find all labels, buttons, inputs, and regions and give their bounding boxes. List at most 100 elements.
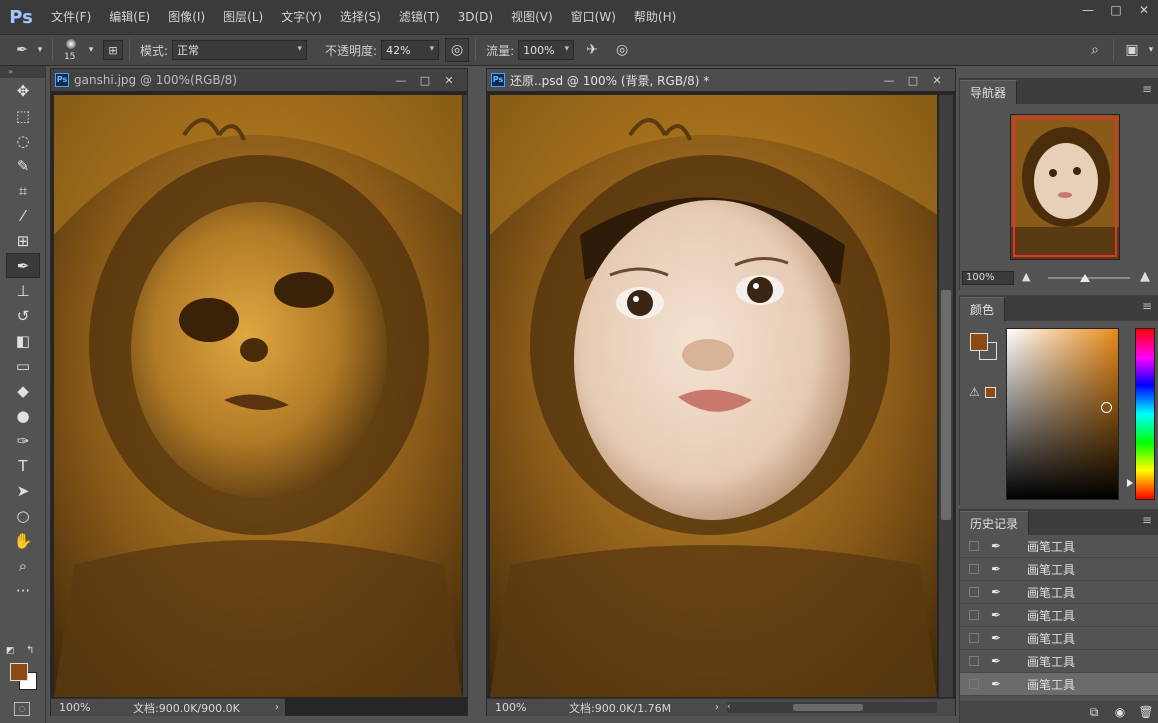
delete-trash-icon[interactable]: 🗑 [1133,705,1158,719]
navigator-preview[interactable] [1010,114,1120,260]
minimize-button[interactable]: — [389,71,413,89]
pen-tool-icon[interactable]: ✑ [6,428,40,453]
new-document-from-state-icon[interactable]: ⧉ [1081,705,1107,720]
history-source-checkbox[interactable] [969,587,979,597]
workspace-icon[interactable]: ▣ [1120,38,1144,62]
chevron-left-icon[interactable]: ‹ [727,702,731,713]
more-tools-icon[interactable]: ··· [6,578,40,603]
zoom-level[interactable]: 100% [487,701,547,714]
brush-panel-toggle-icon[interactable]: ⊞ [103,40,123,60]
color-field[interactable] [1006,328,1119,500]
menu-image[interactable]: 图像(I) [159,0,214,34]
history-source-checkbox[interactable] [969,564,979,574]
zoom-out-icon[interactable]: ▲ [1022,270,1030,283]
color-picker-ring[interactable] [1101,402,1112,413]
menu-help[interactable]: 帮助(H) [625,0,685,34]
history-item[interactable]: ✒ 画笔工具 [960,673,1158,696]
chevron-down-icon[interactable]: ▾ [1144,38,1158,62]
mode-select[interactable]: 正常 ▾ [172,40,308,60]
history-source-checkbox[interactable] [969,633,979,643]
tab-history[interactable]: 历史记录 [960,511,1030,535]
history-item[interactable]: ✒ 画笔工具 [960,535,1158,558]
healing-tool-icon[interactable]: ⊞ [6,228,40,253]
history-item[interactable]: ✒ 画笔工具 [960,558,1158,581]
marquee-tool-icon[interactable]: ⬚ [6,103,40,128]
close-button[interactable]: ✕ [1130,0,1158,20]
view-rectangle[interactable] [1013,117,1117,257]
maximize-button[interactable]: □ [901,71,925,89]
hand-tool-icon[interactable]: ✋ [6,528,40,553]
scrollbar-vertical[interactable] [939,95,953,697]
scrollbar-horizontal[interactable]: ‹ [727,702,937,713]
menu-filter[interactable]: 滤镜(T) [390,0,449,34]
zoom-level[interactable]: 100% [51,701,111,714]
history-source-checkbox[interactable] [969,679,979,689]
brush-preset-icon[interactable]: ✒ [10,38,34,62]
document-canvas-restore[interactable] [490,95,937,697]
chevron-right-icon[interactable]: › [275,702,279,713]
zoom-in-icon[interactable]: ▲ [1140,269,1150,284]
history-brush-tool-icon[interactable]: ↺ [6,303,40,328]
lasso-tool-icon[interactable]: ◌ [6,128,40,153]
menu-3d[interactable]: 3D(D) [449,0,502,34]
hue-slider-arrow[interactable] [1127,479,1133,487]
panel-menu-icon[interactable]: ≡ [1142,299,1152,313]
brush-tool-icon[interactable]: ✒ [6,253,40,278]
document-canvas-ganshi[interactable] [54,95,462,697]
maximize-button[interactable]: □ [413,71,437,89]
toolbox-collapse-icon[interactable]: » [0,66,45,78]
history-item[interactable]: ✒ 画笔工具 [960,650,1158,673]
minimize-button[interactable]: — [1074,0,1102,20]
hue-slider[interactable] [1135,328,1155,500]
tab-color[interactable]: 颜色 [960,297,1006,321]
panel-menu-icon[interactable]: ≡ [1142,82,1152,96]
gradient-tool-icon[interactable]: ▭ [6,353,40,378]
foreground-color-swatch[interactable] [970,333,988,351]
panel-menu-icon[interactable]: ≡ [1142,513,1152,527]
ellipse-tool-icon[interactable]: ○ [6,503,40,528]
document-tab-ganshi[interactable]: Ps ganshi.jpg @ 100%(RGB/8) — □ ✕ [51,69,467,91]
out-of-gamut-warning-icon[interactable]: ⚠ [969,385,980,399]
document-tab-restore[interactable]: Ps 还原..psd @ 100% (背景, RGB/8) * — □ ✕ [487,69,955,91]
menu-type[interactable]: 文字(Y) [272,0,331,34]
snapshot-camera-icon[interactable]: ◉ [1107,705,1133,719]
history-item[interactable]: ✒ 画笔工具 [960,627,1158,650]
close-button[interactable]: ✕ [437,71,461,89]
default-colors-icon[interactable]: ◩ [6,646,15,656]
history-item[interactable]: ✒ 画笔工具 [960,604,1158,627]
path-select-tool-icon[interactable]: ➤ [6,478,40,503]
history-source-checkbox[interactable] [969,610,979,620]
minimize-button[interactable]: — [877,71,901,89]
airbrush-icon[interactable]: ✈ [580,38,604,62]
menu-select[interactable]: 选择(S) [331,0,390,34]
quick-select-tool-icon[interactable]: ✎ [6,153,40,178]
navigator-zoom-input[interactable]: 100% [962,271,1014,285]
eraser-tool-icon[interactable]: ◧ [6,328,40,353]
pressure-size-icon[interactable]: ◎ [610,38,634,62]
zoom-tool-icon[interactable]: ⌕ [6,553,40,578]
zoom-slider-knob[interactable] [1080,274,1090,282]
quick-mask-icon[interactable]: ◌ [14,702,30,716]
maximize-button[interactable]: □ [1102,0,1130,20]
menu-view[interactable]: 视图(V) [502,0,562,34]
foreground-color-swatch[interactable] [10,663,28,681]
close-button[interactable]: ✕ [925,71,949,89]
scrollbar-thumb[interactable] [941,290,951,520]
dodge-tool-icon[interactable]: ● [6,403,40,428]
tab-navigator[interactable]: 导航器 [960,80,1018,104]
chevron-right-icon[interactable]: › [715,702,719,713]
swap-colors-icon[interactable]: ↰ [26,645,34,656]
chevron-down-icon[interactable]: ▾ [34,38,46,62]
move-tool-icon[interactable]: ✥ [6,78,40,103]
scrollbar-thumb[interactable] [793,704,863,711]
opacity-input[interactable]: 42% ▾ [381,40,440,60]
scrollbar-vertical[interactable] [463,95,467,697]
search-icon[interactable]: ⌕ [1083,38,1107,62]
stamp-tool-icon[interactable]: ⊥ [6,278,40,303]
blur-tool-icon[interactable]: ◆ [6,378,40,403]
pressure-opacity-icon[interactable]: ◎ [445,38,470,62]
menu-layer[interactable]: 图层(L) [214,0,272,34]
history-source-checkbox[interactable] [969,656,979,666]
type-tool-icon[interactable]: T [6,453,40,478]
crop-tool-icon[interactable]: ⌗ [6,178,40,203]
